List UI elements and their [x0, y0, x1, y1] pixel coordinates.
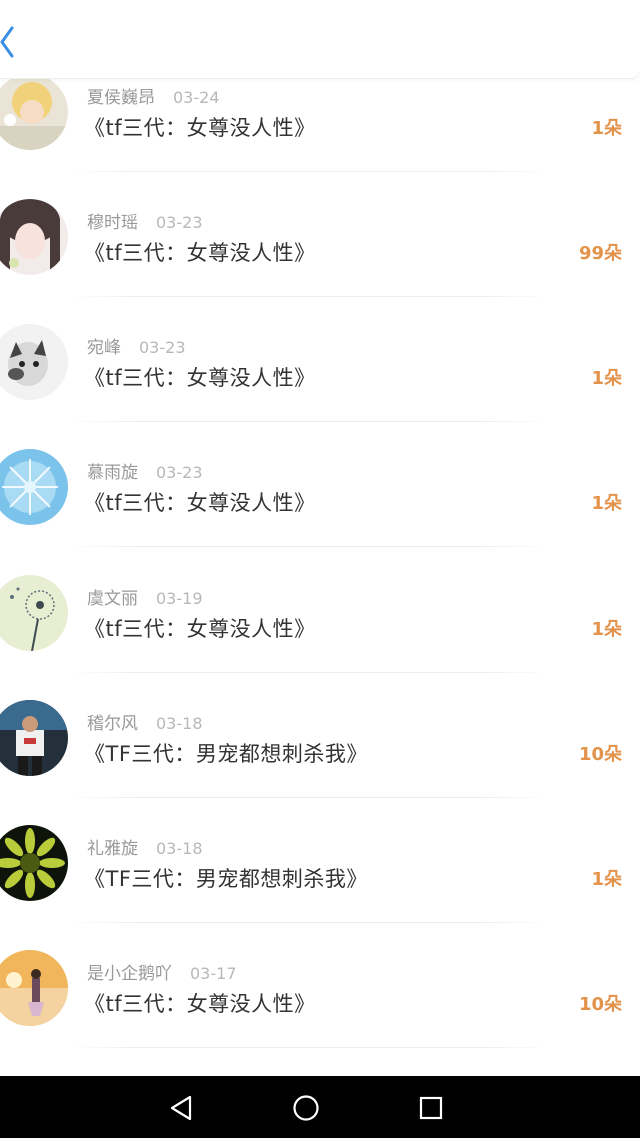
list-item[interactable]: 宛峰 03-23 《tf三代：女尊没人性》 1朵 — [0, 324, 640, 449]
avatar[interactable] — [0, 199, 68, 275]
sender-line: 虞文丽 03-19 — [87, 584, 203, 609]
list-item[interactable]: 慕雨旋 03-23 《tf三代：女尊没人性》 1朵 — [0, 449, 640, 574]
divider — [70, 296, 550, 297]
flower-count: 1朵 — [591, 493, 622, 514]
list-item[interactable]: 是小企鹅吖 03-17 《tf三代：女尊没人性》 10朵 — [0, 950, 640, 1075]
nav-back-button[interactable] — [168, 1094, 196, 1122]
list-item[interactable]: 穆时瑶 03-23 《tf三代：女尊没人性》 99朵 — [0, 199, 640, 324]
gift-date: 03-23 — [156, 463, 203, 482]
sender-name: 稽尔风 — [87, 714, 138, 734]
book-title: 《tf三代：女尊没人性》 — [84, 491, 316, 515]
top-bar — [0, 0, 640, 79]
flower-count: 1朵 — [591, 869, 622, 890]
avatar[interactable] — [0, 825, 68, 901]
gift-date: 03-23 — [139, 338, 186, 357]
gift-date: 03-19 — [156, 589, 203, 608]
book-title: 《tf三代：女尊没人性》 — [84, 241, 316, 265]
square-recents-icon — [419, 1096, 443, 1120]
avatar[interactable] — [0, 74, 68, 150]
divider — [70, 546, 550, 547]
sender-name: 宛峰 — [87, 338, 121, 358]
avatar[interactable] — [0, 575, 68, 651]
circle-home-icon — [293, 1095, 319, 1121]
divider — [70, 797, 550, 798]
avatar[interactable] — [0, 449, 68, 525]
book-title: 《tf三代：女尊没人性》 — [84, 116, 316, 140]
list-item[interactable]: 礼雅旋 03-18 《TF三代：男宠都想刺杀我》 1朵 — [0, 825, 640, 950]
flower-count: 1朵 — [591, 118, 622, 139]
sender-name: 穆时瑶 — [87, 213, 138, 233]
flower-count: 10朵 — [578, 994, 622, 1015]
flower-count: 1朵 — [591, 619, 622, 640]
divider — [70, 171, 550, 172]
avatar[interactable] — [0, 324, 68, 400]
divider — [70, 922, 550, 923]
sender-line: 宛峰 03-23 — [87, 333, 186, 358]
divider — [70, 672, 550, 673]
book-title: 《tf三代：女尊没人性》 — [84, 617, 316, 641]
list-item[interactable]: 夏侯巍昂 03-24 《tf三代：女尊没人性》 1朵 — [0, 74, 640, 199]
book-title: 《tf三代：女尊没人性》 — [84, 366, 316, 390]
system-nav-bar — [0, 1076, 640, 1138]
divider — [70, 421, 550, 422]
list-item[interactable]: 稽尔风 03-18 《TF三代：男宠都想刺杀我》 10朵 — [0, 700, 640, 825]
book-title: 《tf三代：女尊没人性》 — [84, 992, 316, 1016]
sender-name: 虞文丽 — [87, 589, 138, 609]
divider — [70, 1047, 550, 1048]
sender-name: 礼雅旋 — [87, 839, 138, 859]
gift-date: 03-18 — [156, 714, 203, 733]
gift-date: 03-23 — [156, 213, 203, 232]
flower-count: 1朵 — [591, 368, 622, 389]
nav-home-button[interactable] — [292, 1094, 320, 1122]
nav-recents-button[interactable] — [417, 1094, 445, 1122]
gift-date: 03-18 — [156, 839, 203, 858]
sender-name: 夏侯巍昂 — [87, 88, 155, 108]
flower-count: 99朵 — [578, 243, 622, 264]
avatar[interactable] — [0, 700, 68, 776]
avatar[interactable] — [0, 950, 68, 1026]
back-button[interactable] — [0, 22, 30, 62]
sender-name: 慕雨旋 — [87, 463, 138, 483]
book-title: 《TF三代：男宠都想刺杀我》 — [84, 867, 368, 891]
sender-line: 穆时瑶 03-23 — [87, 208, 203, 233]
sender-line: 稽尔风 03-18 — [87, 709, 203, 734]
triangle-back-icon — [170, 1095, 192, 1121]
sender-line: 慕雨旋 03-23 — [87, 458, 203, 483]
chevron-left-icon — [0, 26, 14, 58]
book-title: 《TF三代：男宠都想刺杀我》 — [84, 742, 368, 766]
list-item[interactable]: 虞文丽 03-19 《tf三代：女尊没人性》 1朵 — [0, 575, 640, 700]
sender-line: 夏侯巍昂 03-24 — [87, 83, 220, 108]
sender-name: 是小企鹅吖 — [87, 964, 172, 984]
flower-count: 10朵 — [578, 744, 622, 765]
sender-line: 礼雅旋 03-18 — [87, 834, 203, 859]
gift-date: 03-17 — [190, 964, 237, 983]
sender-line: 是小企鹅吖 03-17 — [87, 959, 237, 984]
gift-list-screen: 夏侯巍昂 03-24 《tf三代：女尊没人性》 1朵 穆时瑶 03-23 《tf… — [0, 0, 640, 1138]
gift-date: 03-24 — [173, 88, 220, 107]
